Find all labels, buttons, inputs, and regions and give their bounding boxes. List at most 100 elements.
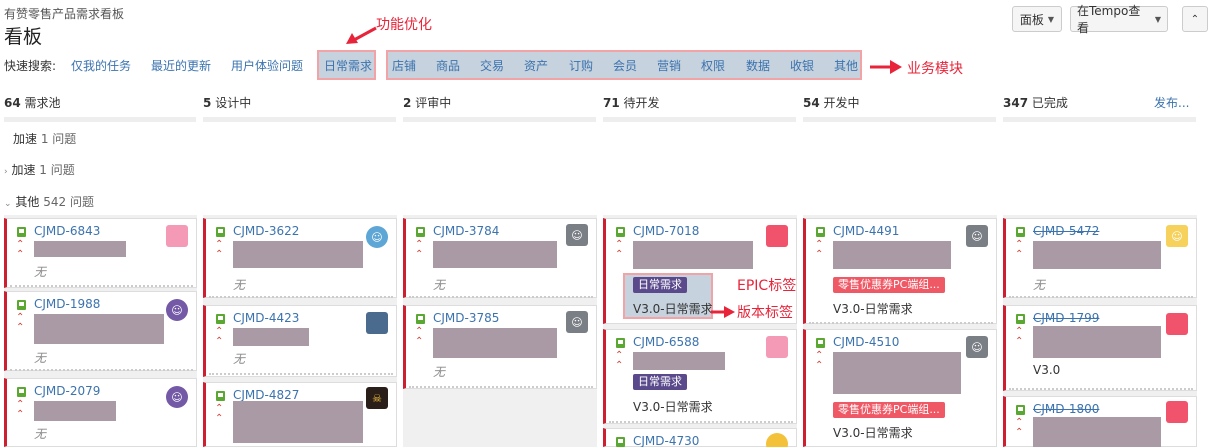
issue-card[interactable]: ⌃ ⌃ CJMD-4491 ☺ 零售优惠券PC端组... V3.0-日常需求 (803, 218, 997, 324)
chevron-right-icon: › (4, 167, 8, 177)
quick-filter-goods[interactable]: 商品 (436, 57, 460, 74)
story-icon (17, 387, 26, 397)
issue-card[interactable]: ⌃ ⌃ CJMD-6843 无 (4, 218, 197, 288)
quick-filter-recent-updates[interactable]: 最近的更新 (151, 57, 211, 74)
avatar (766, 225, 788, 247)
story-icon (616, 227, 625, 237)
column-header-todo: 71 待开发 (603, 96, 660, 110)
issue-key[interactable]: CJMD-3784 (433, 224, 499, 238)
redacted-summary (233, 328, 309, 346)
redacted-summary (633, 352, 725, 370)
quick-filter-order[interactable]: 订购 (569, 57, 593, 74)
quick-filter-member[interactable]: 会员 (613, 57, 637, 74)
no-epic-label: 无 (433, 365, 446, 379)
issue-card[interactable]: ⌃ ⌃ CJMD-4510 ☺ 零售优惠券PC端组... V3.0-日常需求 (803, 329, 997, 447)
issue-key[interactable]: CJMD-1799 (1033, 311, 1099, 325)
priority-high-icon: ⌃ ⌃ (615, 350, 624, 371)
annotation-business-module: 业务模块 (907, 61, 963, 77)
redacted-summary (433, 328, 557, 358)
issue-card[interactable]: CJMD-4730 (603, 428, 797, 447)
fix-version-label: V3.0-日常需求 (633, 400, 713, 414)
card-divider (209, 296, 393, 298)
quick-filter-other[interactable]: 其他 (834, 57, 858, 74)
chevron-up-icon: ⌃ (1190, 13, 1200, 25)
quick-filter-cashier[interactable]: 收银 (790, 57, 814, 74)
quick-filter-shop[interactable]: 店铺 (392, 57, 416, 74)
redacted-summary (833, 241, 951, 269)
issue-card[interactable]: ⌃ ⌃ CJMD-4827 ☠ (203, 382, 397, 447)
issue-card[interactable]: ⌃ ⌃ CJMD-3784 ☺ 无 (403, 218, 597, 298)
view-in-tempo-label: 在Tempo查看 (1077, 4, 1141, 35)
redacted-summary (1033, 241, 1161, 269)
quick-filter-permission[interactable]: 权限 (701, 57, 725, 74)
priority-high-icon: ⌃ ⌃ (415, 326, 424, 347)
story-icon (616, 338, 625, 348)
quick-filter-trade[interactable]: 交易 (480, 57, 504, 74)
priority-high-icon: ⌃ ⌃ (16, 312, 25, 333)
avatar (166, 225, 188, 247)
issue-card[interactable]: ⌃ ⌃ CJMD-5472 ☺ 无 (1003, 218, 1197, 298)
epic-label[interactable]: 日常需求 (633, 374, 687, 390)
issue-card[interactable]: ⌃ ⌃ CJMD-4423 无 (203, 305, 397, 377)
card-divider (209, 373, 393, 375)
redacted-summary (34, 401, 116, 421)
issue-key[interactable]: CJMD-4730 (633, 434, 699, 447)
quick-filter-ux-issues[interactable]: 用户体验问题 (231, 57, 303, 74)
epic-label[interactable]: 零售优惠券PC端组... (833, 277, 945, 293)
view-in-tempo-button[interactable]: 在Tempo查看 ▼ (1070, 4, 1168, 35)
issue-key[interactable]: CJMD-2079 (34, 384, 100, 398)
epic-label[interactable]: 日常需求 (633, 277, 687, 293)
issue-key[interactable]: CJMD-4510 (833, 335, 899, 349)
issue-key[interactable]: CJMD-6588 (633, 335, 699, 349)
issue-key[interactable]: CJMD-3622 (233, 224, 299, 238)
issue-card[interactable]: ⌃ ⌃ CJMD-2079 ☺ 无 (4, 378, 197, 447)
issue-key[interactable]: CJMD-1988 (34, 297, 100, 311)
redacted-summary (34, 241, 126, 257)
priority-high-icon: ⌃ ⌃ (215, 326, 224, 347)
issue-key[interactable]: CJMD-4491 (833, 224, 899, 238)
issue-key[interactable]: CJMD-3785 (433, 311, 499, 325)
avatar: ☺ (566, 224, 588, 246)
quick-filter-assets[interactable]: 资产 (524, 57, 548, 74)
column-divider (4, 117, 196, 122)
issue-key[interactable]: CJMD-7018 (633, 224, 699, 238)
column-divider (803, 117, 996, 122)
avatar: ☠ (366, 387, 388, 409)
issue-key[interactable]: CJMD-6843 (34, 224, 100, 238)
priority-high-icon: ⌃ ⌃ (16, 239, 25, 260)
no-epic-label: 无 (1033, 278, 1046, 292)
column-header-design: 5 设计中 (203, 96, 252, 110)
issue-card[interactable]: ⌃ ⌃ CJMD-1800 (1003, 396, 1197, 447)
issue-key[interactable]: CJMD-5472 (1033, 224, 1099, 238)
issue-card[interactable]: ⌃ ⌃ CJMD-1988 ☺ 无 (4, 291, 197, 371)
quick-filter-daily-demand[interactable]: 日常需求 (324, 57, 372, 74)
issue-card[interactable]: ⌃ ⌃ CJMD-3622 ☺ 无 (203, 218, 397, 298)
issue-card[interactable]: ⌃ ⌃ CJMD-6588 日常需求 V3.0-日常需求 (603, 329, 797, 424)
swimlane-header[interactable]: 加速 1 问题 (13, 130, 76, 147)
issue-key[interactable]: CJMD-4827 (233, 388, 299, 402)
story-icon (1016, 227, 1025, 237)
quick-filter-my-tasks[interactable]: 仅我的任务 (71, 57, 131, 74)
page-title: 看板 (4, 26, 43, 48)
avatar: ☺ (166, 386, 188, 408)
quick-filter-marketing[interactable]: 营销 (657, 57, 681, 74)
epic-label[interactable]: 零售优惠券PC端组... (833, 402, 945, 418)
no-epic-label: 无 (233, 278, 246, 292)
card-divider (409, 386, 593, 388)
release-link[interactable]: 发布... (1154, 94, 1189, 111)
board-menu-button[interactable]: 面板 ▼ (1012, 6, 1062, 32)
issue-key[interactable]: CJMD-4423 (233, 311, 299, 325)
collapse-header-button[interactable]: ⌃ (1182, 6, 1208, 32)
priority-high-icon: ⌃ ⌃ (215, 239, 224, 260)
swimlane-header[interactable]: › 加速 1 问题 (4, 161, 75, 178)
card-divider (10, 369, 193, 371)
swimlane-header[interactable]: ⌄ 其他 542 问题 (4, 193, 94, 210)
issue-key[interactable]: CJMD-1800 (1033, 402, 1099, 416)
redacted-summary (833, 352, 961, 394)
story-icon (816, 338, 825, 348)
quick-filter-data[interactable]: 数据 (746, 57, 770, 74)
fix-version-label: V3.0-日常需求 (833, 302, 913, 316)
issue-card[interactable]: ⌃ ⌃ CJMD-3785 ☺ 无 (403, 305, 597, 389)
issue-card[interactable]: ⌃ ⌃ CJMD-1799 V3.0 (1003, 305, 1197, 391)
avatar (366, 312, 388, 334)
